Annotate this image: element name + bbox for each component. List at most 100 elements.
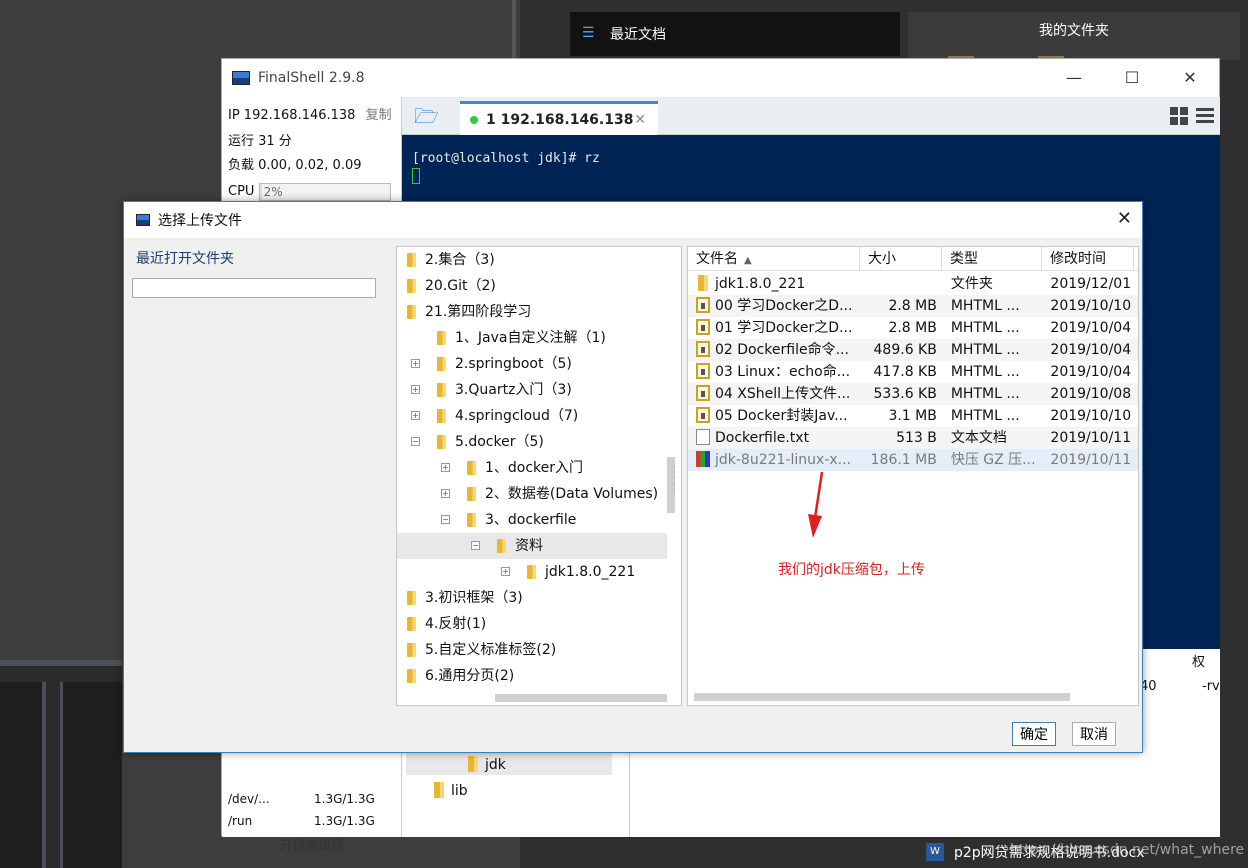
tree-item-lib[interactable]: lib xyxy=(432,779,468,803)
file-row[interactable]: 05 Docker封装Jav... 3.1 MB MHTML ... 2019/… xyxy=(688,405,1138,427)
file-size: 513 B xyxy=(896,430,937,446)
mhtml-icon xyxy=(696,363,710,379)
horizontal-scrollbar[interactable] xyxy=(495,694,667,702)
tree-item[interactable]: +2、数据卷(Data Volumes) xyxy=(397,481,667,507)
column-header-modified[interactable]: 修改时间 xyxy=(1042,247,1134,271)
tree-item-jdk[interactable]: jdk xyxy=(466,753,506,777)
file-row[interactable]: jdk1.8.0_221 文件夹 2019/12/01 xyxy=(688,273,1138,295)
tree-item[interactable]: +4.springcloud（7) xyxy=(397,403,667,429)
cpu-usage-value: 2% xyxy=(263,184,283,199)
expand-icon[interactable]: + xyxy=(441,463,450,472)
tree-item-label: 2.集合（3) xyxy=(425,252,495,268)
dialog-titlebar[interactable]: 选择上传文件 ✕ xyxy=(124,202,1142,238)
maximize-button[interactable]: ☐ xyxy=(1103,59,1161,97)
tree-item[interactable]: − 3、dockerfile xyxy=(397,507,667,533)
my-folder-label: 我的文件夹 xyxy=(1039,23,1109,39)
file-row[interactable]: Dockerfile.txt 513 B 文本文档 2019/10/11 xyxy=(688,427,1138,449)
tree-item-label: 1、Java自定义注解（1) xyxy=(455,330,606,346)
file-modified: 2019/10/04 xyxy=(1050,364,1132,380)
permission-column-header[interactable]: 权 xyxy=(1192,651,1205,670)
tree-item-label: 资料 xyxy=(515,538,543,554)
tree-item-label: lib xyxy=(451,783,468,799)
expand-icon[interactable]: + xyxy=(441,489,450,498)
folder-icon xyxy=(407,305,416,319)
horizontal-scrollbar[interactable] xyxy=(694,693,1070,701)
recent-folder-field[interactable] xyxy=(132,278,376,298)
ok-button[interactable]: 确定 xyxy=(1012,722,1056,746)
cpu-row: CPU 2% xyxy=(228,181,391,203)
file-type: MHTML ... xyxy=(950,364,1020,380)
collapse-icon[interactable]: − xyxy=(471,541,480,550)
expand-icon[interactable]: + xyxy=(411,385,420,394)
folder-icon xyxy=(527,565,536,579)
file-row[interactable]: 04 XShell上传文件... 533.6 KB MHTML ... 2019… xyxy=(688,383,1138,405)
my-folder-bar[interactable]: 我的文件夹 xyxy=(908,12,1240,62)
close-button[interactable]: ✕ xyxy=(1161,59,1219,97)
open-folder-icon[interactable]: 🗁 xyxy=(414,105,444,127)
file-name: Dockerfile.txt xyxy=(715,430,810,446)
upgrade-button[interactable]: 升级高级版 xyxy=(222,835,402,854)
tree-item[interactable]: +3.Quartz入门（3) xyxy=(397,377,667,403)
file-row[interactable]: 00 学习Docker之D... 2.8 MB MHTML ... 2019/1… xyxy=(688,295,1138,317)
upload-file-dialog: 选择上传文件 ✕ 最近打开文件夹 2.集合（3) 20.Git（2) 21.第四… xyxy=(123,201,1143,753)
file-size: 186.1 MB xyxy=(870,452,937,468)
menu-icon[interactable] xyxy=(1196,108,1214,126)
tree-item[interactable]: 1、Java自定义注解（1) xyxy=(397,325,667,351)
tree-item[interactable]: 6.通用分页(2) xyxy=(397,663,667,689)
tree-item[interactable]: 20.Git（2) xyxy=(397,273,667,299)
tree-item-selected[interactable]: − 资料 xyxy=(397,533,667,559)
background-divider xyxy=(512,0,516,60)
file-row[interactable]: 01 学习Docker之D... 2.8 MB MHTML ... 2019/1… xyxy=(688,317,1138,339)
column-label: 类型 xyxy=(950,251,978,267)
tree-item[interactable]: 5.自定义标准标签(2) xyxy=(397,637,667,663)
tree-item-label: 3.Quartz入门（3) xyxy=(455,382,572,398)
file-list-header: 文件名 ▲ 大小 类型 修改时间 xyxy=(688,247,1138,271)
file-type: MHTML ... xyxy=(950,342,1020,358)
file-row[interactable]: 02 Dockerfile命令... 489.6 KB MHTML ... 20… xyxy=(688,339,1138,361)
file-row-selected[interactable]: jdk-8u221-linux-x... 186.1 MB 快压 GZ 压...… xyxy=(688,449,1138,471)
tab-session[interactable]: 1 192.168.146.138 ✕ xyxy=(460,101,658,135)
tree-item[interactable]: 21.第四阶段学习 xyxy=(397,299,667,325)
expand-icon[interactable]: + xyxy=(411,359,420,368)
cpu-usage-fill xyxy=(259,183,263,200)
folder-icon xyxy=(437,383,446,397)
tree-item[interactable]: 4.反射(1) xyxy=(397,611,667,637)
file-name: 03 Linux：echo命... xyxy=(715,364,851,380)
file-name: 00 学习Docker之D... xyxy=(715,298,853,314)
finalshell-titlebar[interactable]: FinalShell 2.9.8 — ☐ ✕ xyxy=(222,59,1219,97)
tree-item[interactable]: +2.springboot（5) xyxy=(397,351,667,377)
disk-size: 1.3G/1.3G xyxy=(314,792,375,806)
collapse-icon[interactable]: − xyxy=(411,437,420,446)
tree-item[interactable]: 2.集合（3) xyxy=(397,247,667,273)
close-icon[interactable]: ✕ xyxy=(1117,208,1132,229)
load-text: 负载 0.00, 0.02, 0.09 xyxy=(228,158,362,173)
finalshell-logo-icon xyxy=(232,71,250,85)
cancel-button[interactable]: 取消 xyxy=(1072,722,1116,746)
grid-layout-icon[interactable] xyxy=(1170,107,1188,125)
file-size: 533.6 KB xyxy=(873,386,937,402)
collapse-icon[interactable]: − xyxy=(441,515,450,524)
column-header-type[interactable]: 类型 xyxy=(942,247,1042,271)
annotation-text: 我们的jdk压缩包，上传 xyxy=(778,562,925,578)
background-panel xyxy=(0,682,46,868)
close-tab-icon[interactable]: ✕ xyxy=(634,112,646,128)
expand-icon[interactable]: + xyxy=(501,567,510,576)
file-size xyxy=(859,273,941,295)
copy-ip-button[interactable]: 复制 xyxy=(366,108,392,123)
tree-item[interactable]: 3.初识框架（3) xyxy=(397,585,667,611)
recent-documents-bar[interactable]: ☰ 最近文档 xyxy=(570,12,900,56)
expand-icon[interactable]: + xyxy=(411,411,420,420)
tree-item[interactable]: − 5.docker（5) xyxy=(397,429,667,455)
minimize-button[interactable]: — xyxy=(1045,59,1103,97)
file-row[interactable]: 03 Linux：echo命... 417.8 KB MHTML ... 201… xyxy=(688,361,1138,383)
tree-item-label: 2、数据卷(Data Volumes) xyxy=(485,486,659,502)
tree-item[interactable]: +1、docker入门 xyxy=(397,455,667,481)
column-header-name[interactable]: 文件名 ▲ xyxy=(688,247,860,271)
tree-item-label: 4.springcloud（7) xyxy=(455,408,579,424)
splitter-handle[interactable]: · · · · · xyxy=(673,463,679,495)
taskbar-document[interactable]: W p2p网贷需求规格说明书.docx https://blog.csdn.ne… xyxy=(920,836,1248,868)
column-header-size[interactable]: 大小 xyxy=(860,247,942,271)
tree-item[interactable]: + jdk1.8.0_221 xyxy=(397,559,667,585)
disk-path: /run xyxy=(228,814,253,828)
file-name: 01 学习Docker之D... xyxy=(715,320,853,336)
